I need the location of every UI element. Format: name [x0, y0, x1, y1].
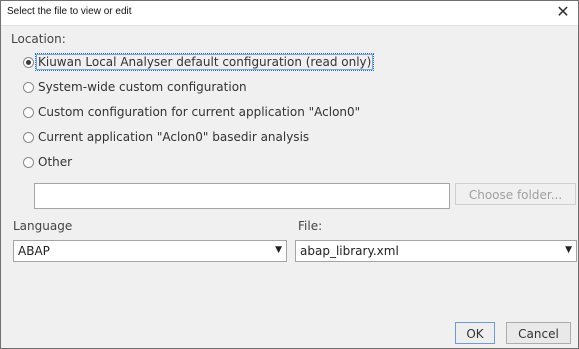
title-bar: Select the file to view or edit ✕ — [1, 1, 578, 26]
other-path-input[interactable] — [34, 183, 450, 209]
chevron-down-icon: ▼ — [275, 245, 282, 255]
option-label: Kiuwan Local Analyser default configurat… — [34, 53, 375, 71]
file-label: File: — [298, 219, 323, 233]
ok-button[interactable]: OK — [455, 322, 495, 344]
option-label: Custom configuration for current applica… — [38, 105, 361, 119]
chevron-down-icon: ▼ — [565, 245, 572, 255]
radio-icon[interactable] — [23, 156, 34, 168]
language-select[interactable]: ABAP ▼ — [13, 240, 287, 262]
radio-icon[interactable] — [23, 81, 34, 93]
option-label: System-wide custom configuration — [38, 80, 247, 94]
option-custom-app[interactable]: Custom configuration for current applica… — [23, 103, 360, 121]
option-label: Current application "Aclon0" basedir ana… — [38, 130, 310, 144]
language-value: ABAP — [18, 244, 50, 258]
location-label: Location: — [11, 32, 66, 46]
file-select[interactable]: abap_library.xml ▼ — [295, 240, 577, 262]
close-icon[interactable]: ✕ — [548, 1, 578, 25]
option-label: Other — [38, 155, 73, 169]
radio-icon[interactable] — [23, 131, 34, 143]
choose-folder-button[interactable]: Choose folder... — [455, 183, 576, 205]
language-label: Language — [13, 219, 73, 233]
radio-icon[interactable] — [23, 106, 34, 118]
option-other[interactable]: Other — [23, 153, 72, 171]
option-system-wide[interactable]: System-wide custom configuration — [23, 78, 247, 96]
radio-icon[interactable] — [23, 56, 34, 68]
option-basedir[interactable]: Current application "Aclon0" basedir ana… — [23, 128, 309, 146]
dialog-body: Location: Kiuwan Local Analyser default … — [1, 26, 578, 348]
option-default-config[interactable]: Kiuwan Local Analyser default configurat… — [23, 53, 375, 71]
dialog-title: Select the file to view or edit — [7, 6, 132, 17]
cancel-button[interactable]: Cancel — [506, 322, 571, 344]
select-file-dialog: Select the file to view or edit ✕ Locati… — [0, 0, 579, 349]
file-value: abap_library.xml — [300, 244, 399, 258]
